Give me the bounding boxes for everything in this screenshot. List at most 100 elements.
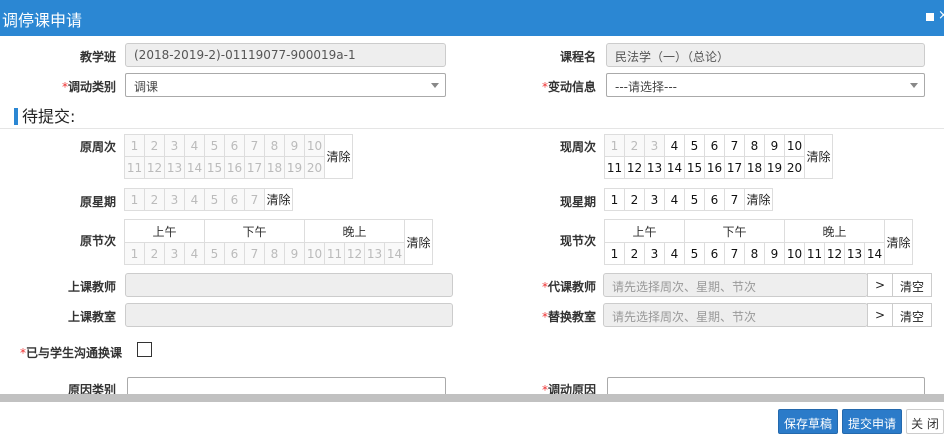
change-info-select[interactable]: ---请选择---	[606, 73, 925, 97]
pick-room-button[interactable]: >	[867, 303, 893, 327]
change-type-label: *调动类别	[40, 78, 116, 95]
week-cell[interactable]: 16	[704, 156, 725, 179]
period-cell[interactable]: 10	[784, 242, 805, 265]
period-cell[interactable]: 5	[684, 242, 705, 265]
day-cell[interactable]: 5	[684, 188, 705, 211]
chevron-down-icon	[431, 83, 439, 88]
day-cell[interactable]: 1	[604, 188, 625, 211]
period-cell[interactable]: 9	[764, 242, 785, 265]
week-cell[interactable]: 13	[644, 156, 665, 179]
close-button[interactable]: 关 闭	[906, 409, 944, 434]
week-cell[interactable]: 8	[744, 134, 765, 157]
period-cell: 14	[384, 242, 405, 265]
new-room-input[interactable]: 请先选择周次、星期、节次	[603, 303, 868, 327]
period-cell[interactable]: 12	[824, 242, 845, 265]
period-cell[interactable]: 11	[804, 242, 825, 265]
week-cell[interactable]: 12	[624, 156, 645, 179]
week-cell[interactable]: 20	[784, 156, 805, 179]
week-cell: 19	[284, 156, 305, 179]
clear-teacher-button[interactable]: 清空	[892, 273, 932, 297]
dialog-title: 调停课申请	[2, 11, 83, 30]
period-group-header: 晚上	[304, 219, 405, 243]
week-cell: 15	[204, 156, 225, 179]
week-cell: 3	[164, 134, 185, 157]
period-group-header: 上午	[604, 219, 685, 243]
new-period-grid: 上午 下午 晚上 清除 1 2 3 4 5 6 7 8 9 10 11 12 13 14	[604, 219, 913, 265]
period-cell[interactable]: 13	[844, 242, 865, 265]
clear-button[interactable]: 清除	[264, 188, 293, 211]
sub-teacher-label-text: 代课教师	[547, 280, 596, 294]
period-group-header: 上午	[124, 219, 205, 243]
week-cell: 2	[144, 134, 165, 157]
submit-button[interactable]: 提交申请	[842, 409, 902, 434]
day-cell[interactable]: 2	[624, 188, 645, 211]
period-cell[interactable]: 8	[744, 242, 765, 265]
week-cell: 13	[164, 156, 185, 179]
week-cell[interactable]: 15	[684, 156, 705, 179]
sub-teacher-input[interactable]: 请先选择周次、星期、节次	[603, 273, 868, 297]
clear-room-button[interactable]: 清空	[892, 303, 932, 327]
sub-teacher-label: *代课教师	[520, 278, 596, 295]
period-cell[interactable]: 3	[644, 242, 665, 265]
pick-teacher-button[interactable]: >	[867, 273, 893, 297]
orig-teacher-field	[125, 273, 453, 297]
week-cell[interactable]: 17	[724, 156, 745, 179]
clear-button[interactable]: 清除	[884, 219, 913, 265]
horizontal-scrollbar[interactable]	[0, 394, 944, 402]
section-title: 待提交:	[14, 103, 75, 127]
period-cell[interactable]: 4	[664, 242, 685, 265]
week-cell[interactable]: 18	[744, 156, 765, 179]
save-draft-button[interactable]: 保存草稿	[778, 409, 838, 434]
week-cell[interactable]: 4	[664, 134, 685, 157]
clear-button[interactable]: 清除	[744, 188, 773, 211]
new-week-label: 现周次	[559, 140, 596, 154]
period-cell: 9	[284, 242, 305, 265]
period-cell[interactable]: 2	[624, 242, 645, 265]
week-cell[interactable]: 6	[704, 134, 725, 157]
week-cell[interactable]: 11	[604, 156, 625, 179]
change-type-select[interactable]: 调课	[125, 73, 446, 97]
dialog-titlebar: 调停课申请 ×	[0, 0, 944, 36]
week-cell[interactable]: 14	[664, 156, 685, 179]
day-cell[interactable]: 3	[644, 188, 665, 211]
day-cell: 5	[204, 188, 225, 211]
week-cell[interactable]: 9	[764, 134, 785, 157]
orig-room-label: 上课教室	[67, 310, 116, 324]
change-type-label-text: 调动类别	[67, 80, 116, 94]
clear-button[interactable]: 清除	[804, 134, 833, 179]
close-icon[interactable]: ×	[938, 8, 944, 24]
period-cell[interactable]: 6	[704, 242, 725, 265]
communicated-checkbox[interactable]	[137, 342, 152, 357]
period-cell[interactable]: 1	[604, 242, 625, 265]
week-cell: 1	[124, 134, 145, 157]
week-cell: 10	[304, 134, 325, 157]
change-type-value: 调课	[134, 80, 159, 94]
week-cell[interactable]: 10	[784, 134, 805, 157]
new-room-label-text: 替换教室	[547, 310, 596, 324]
week-cell: 2	[624, 134, 645, 157]
clear-button[interactable]: 清除	[324, 134, 353, 179]
week-cell[interactable]: 5	[684, 134, 705, 157]
communicated-label-text: 已与学生沟通换课	[25, 346, 122, 360]
period-group-header: 下午	[204, 219, 305, 243]
new-day-grid: 1 2 3 4 5 6 7 清除	[604, 188, 773, 211]
period-cell: 6	[224, 242, 245, 265]
orig-day-grid: 1 2 3 4 5 6 7 清除	[124, 188, 293, 211]
period-cell: 8	[264, 242, 285, 265]
maximize-icon[interactable]	[926, 13, 934, 21]
day-cell[interactable]: 4	[664, 188, 685, 211]
week-cell: 20	[304, 156, 325, 179]
clear-button[interactable]: 清除	[404, 219, 433, 265]
orig-period-label: 原节次	[79, 234, 116, 248]
week-cell: 16	[224, 156, 245, 179]
week-cell[interactable]: 19	[764, 156, 785, 179]
new-week-grid: 1 2 3 4 5 6 7 8 9 10 清除 11 12 13 14 15 16 17 18 19 20	[604, 134, 833, 179]
day-cell[interactable]: 7	[724, 188, 745, 211]
period-cell: 7	[244, 242, 265, 265]
period-cell[interactable]: 7	[724, 242, 745, 265]
period-cell[interactable]: 14	[864, 242, 885, 265]
change-info-value: ---请选择---	[615, 80, 677, 94]
day-cell[interactable]: 6	[704, 188, 725, 211]
week-cell[interactable]: 7	[724, 134, 745, 157]
period-cell: 12	[344, 242, 365, 265]
